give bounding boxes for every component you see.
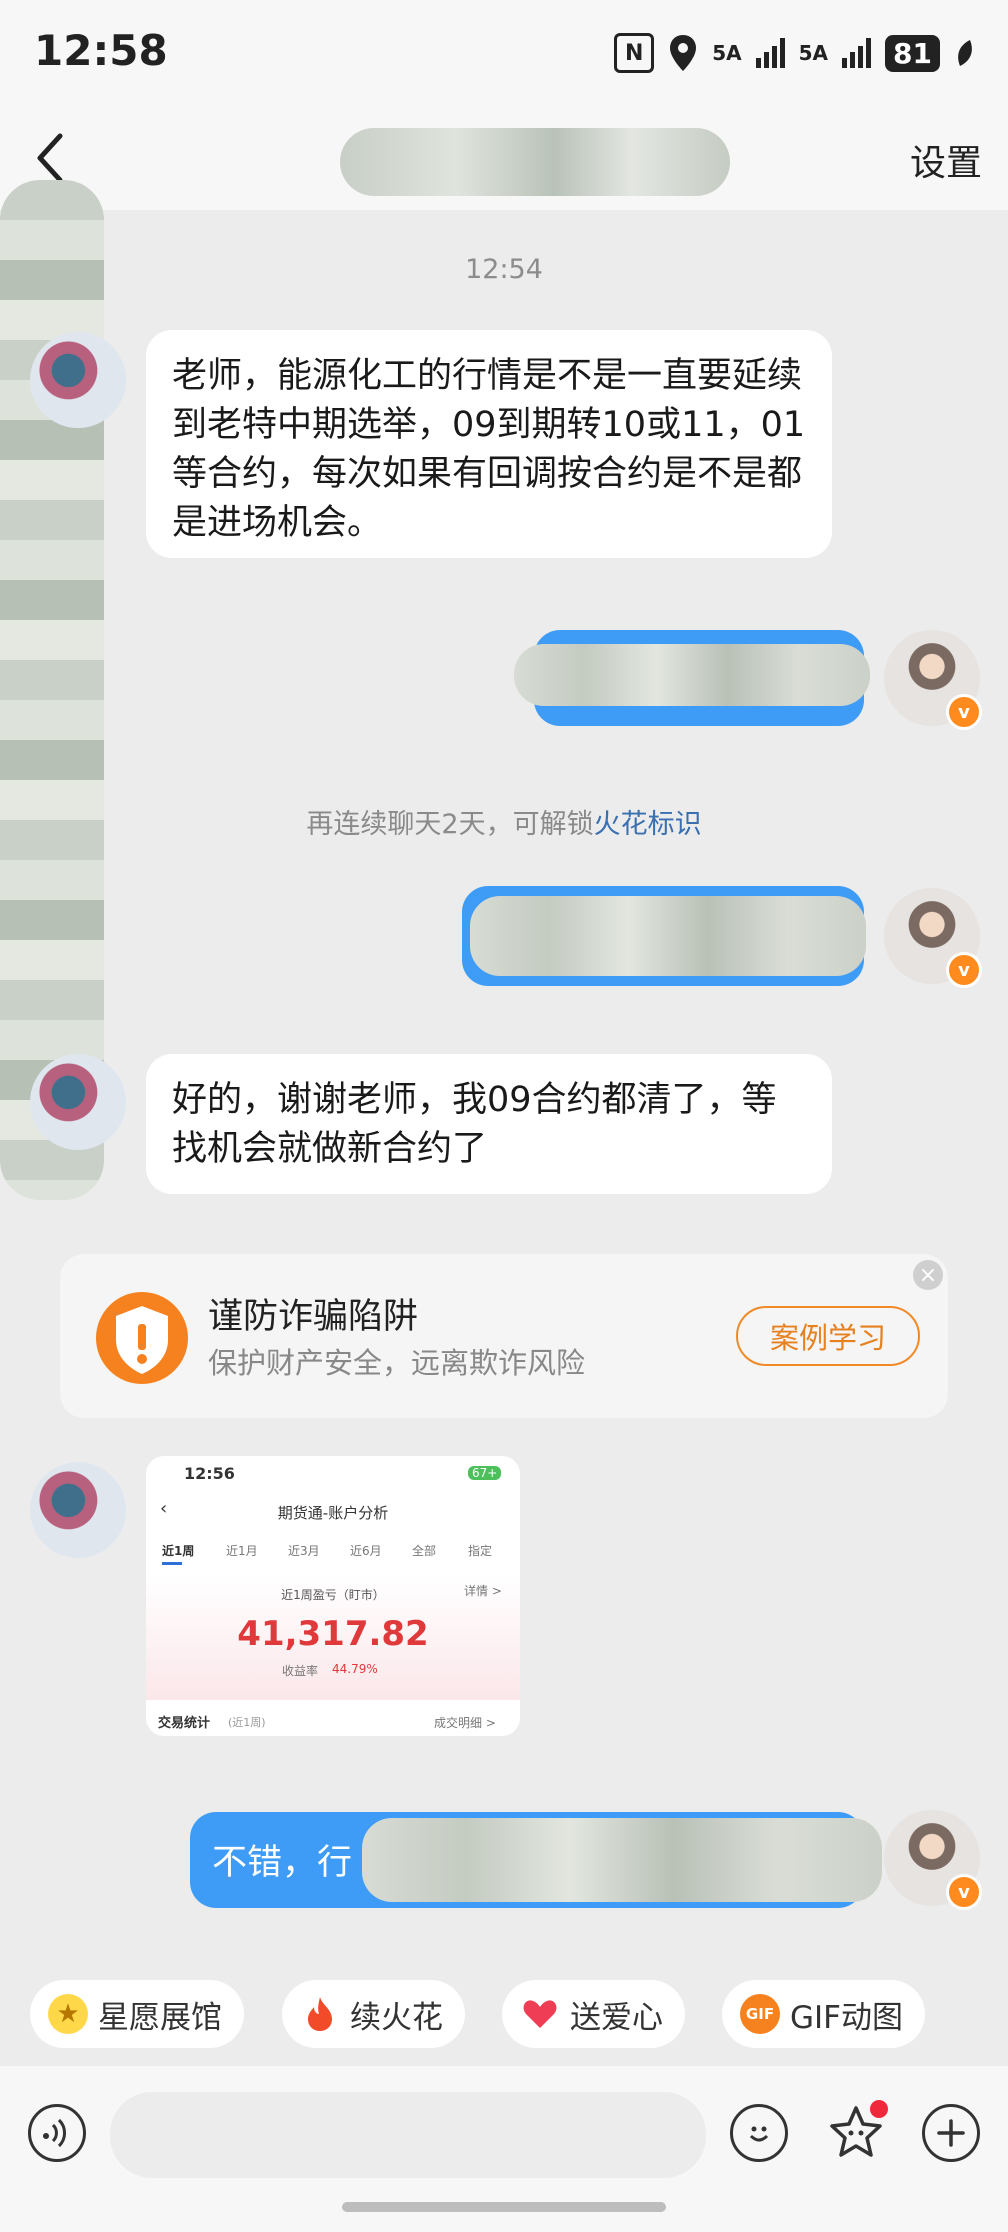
sender-avatar[interactable] [30,1054,126,1150]
settings-button[interactable]: 设置 [910,134,982,186]
back-chevron-icon[interactable] [30,132,74,184]
signal-icon [755,38,785,68]
contact-name-redacted [340,128,730,196]
signal-icon [842,38,872,68]
thumb-pnl-value: 41,317.82 [237,1614,429,1654]
verified-badge-icon: v [946,694,982,730]
redacted-text [362,1818,882,1902]
system-tip-text: 再连续聊天2天，可解锁 [306,809,594,840]
redacted-text [470,896,866,976]
location-icon [668,33,698,73]
chat-timestamp: 12:54 [465,254,543,285]
quick-action-gif[interactable]: GIF GIF动图 [722,1980,925,2048]
emoji-icon[interactable] [730,2104,788,2162]
thumb-stats-label: 交易统计 [158,1716,211,1731]
star-icon: ★ [48,1994,88,2034]
thumb-tab: 全部 [412,1544,437,1558]
thumb-battery: 67+ [468,1466,502,1480]
thumb-tab: 指定 [468,1544,493,1558]
sticker-star-icon[interactable] [824,2100,888,2164]
quick-action-star-gallery[interactable]: ★ 星愿展馆 [30,1980,244,2048]
close-icon[interactable]: × [913,1260,943,1290]
thumb-yield-value: 44.79% [332,1662,378,1676]
chip-label: GIF动图 [790,1999,903,2036]
thumb-stats-period: (近1周) [228,1716,266,1729]
nfc-icon: N [614,33,655,73]
verified-badge-icon: v [946,1874,982,1910]
thumb-tab: 近1月 [226,1544,258,1558]
fraud-subtitle: 保护财产安全，远离欺诈风险 [208,1346,586,1380]
thumb-tab-indicator [162,1562,182,1565]
status-icons: N 5A 5A 81 [614,30,974,76]
chip-label: 续火花 [350,1999,443,2036]
leaf-icon [954,38,974,68]
fraud-title: 谨防诈骗陷阱 [208,1297,419,1337]
thumb-tab: 近6月 [350,1544,382,1558]
message-input[interactable] [110,2092,706,2178]
thumb-detail-link: 详情 > [464,1584,502,1598]
thumb-tab: 近1周 [162,1544,195,1558]
case-study-button[interactable]: 案例学习 [736,1306,920,1366]
incoming-message[interactable]: 好的，谢谢老师，我09合约都清了，等找机会就做新合约了 [146,1054,832,1194]
network-label-1: 5A [712,41,742,65]
shield-warning-icon [96,1288,188,1388]
verified-badge-icon: v [946,952,982,988]
fire-icon [300,1994,340,2034]
sender-avatar[interactable] [30,1462,126,1558]
thumb-yield-label: 收益率 [282,1664,319,1678]
voice-icon[interactable] [28,2104,86,2162]
gif-icon: GIF [740,1994,780,2034]
battery-icon: 81 [885,34,940,72]
outgoing-visible-text: 不错，行 [212,1843,353,1883]
thumb-time: 12:56 [184,1464,235,1483]
incoming-message[interactable]: 老师，能源化工的行情是不是一直要延续到老特中期选举，09到期转10或11，01等… [146,330,832,558]
thumb-trades-link: 成交明细 > [434,1716,496,1730]
status-time: 12:58 [34,26,168,75]
redacted-text [514,644,870,706]
notification-dot [870,2100,888,2118]
spark-link[interactable]: 火花标识 [594,809,702,840]
thumb-tab: 近3月 [288,1544,320,1558]
sender-avatar[interactable] [30,332,126,428]
chip-label: 送爱心 [570,1999,663,2036]
network-label-2: 5A [798,41,829,65]
quick-action-send-love[interactable]: 送爱心 [502,1980,685,2048]
image-message[interactable]: 12:56 67+ ‹ 期货通-账户分析 近1周 近1月 近3月 近6月 全部 … [146,1456,520,1736]
plus-icon[interactable] [922,2104,980,2162]
chip-label: 星愿展馆 [98,1999,222,2036]
home-indicator [342,2202,666,2212]
system-tip: 再连续聊天2天，可解锁火花标识 [0,802,1008,841]
thumb-title: 期货通-账户分析 [277,1504,389,1522]
quick-action-spark[interactable]: 续火花 [282,1980,465,2048]
heart-icon [520,1994,560,2034]
